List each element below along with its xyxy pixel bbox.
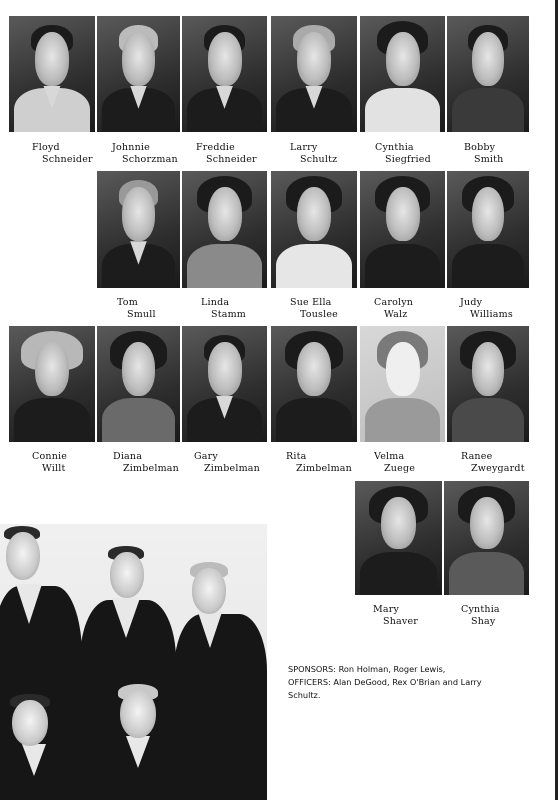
portrait-photo [182, 16, 267, 132]
student-name: Connie Willt [32, 451, 68, 474]
portrait-photo [447, 171, 529, 288]
student-name: Carolyn Walz [374, 297, 414, 320]
student-name: Tom Smull [117, 297, 156, 320]
student-name: Sue Ella Touslee [290, 297, 338, 320]
student-name: Diana Zimbelman [113, 451, 179, 474]
student-name: Rita Zimbelman [286, 451, 352, 474]
portrait-photo [182, 171, 267, 288]
officers-line: OFFICERS: Alan DeGood, Rex O'Brian and L… [288, 677, 482, 687]
portrait-photo [9, 16, 95, 132]
sponsors-line: SPONSORS: Ron Holman, Roger Lewis, [288, 664, 446, 674]
portrait-photo [97, 171, 180, 288]
student-name: Cynthia Shay [461, 604, 500, 627]
student-name: Velma Zuege [374, 451, 416, 474]
portrait-photo [182, 326, 267, 442]
portrait-photo [447, 326, 529, 442]
portrait-photo [271, 326, 357, 442]
student-name: Ranee Zweygardt [461, 451, 525, 474]
student-name: Larry Schultz [290, 142, 338, 165]
portrait-photo [360, 16, 445, 132]
student-name: Linda Stamm [201, 297, 247, 320]
student-name: Gary Zimbelman [194, 451, 260, 474]
portrait-photo [360, 171, 445, 288]
portrait-photo [355, 481, 442, 595]
portrait-photo [447, 16, 529, 132]
yearbook-page: { "rows": [ [ {"first":"Floyd","last":"S… [0, 0, 558, 800]
student-name: Johnnie Schorzman [112, 142, 178, 165]
officers-line-continued: Schultz. [288, 690, 321, 700]
portrait-photo [271, 16, 357, 132]
student-name: Freddie Schneider [196, 142, 257, 165]
portrait-photo [97, 16, 180, 132]
student-name: Bobby Smith [464, 142, 504, 165]
portrait-photo [444, 481, 529, 595]
student-name: Cynthia Siegfried [375, 142, 431, 165]
portrait-photo [360, 326, 445, 442]
student-name: Mary Shaver [373, 604, 419, 627]
group-photo [0, 524, 267, 800]
student-name: Judy Williams [460, 297, 513, 320]
group-caption: SPONSORS: Ron Holman, Roger Lewis, OFFIC… [288, 663, 548, 702]
portrait-photo [271, 171, 357, 288]
student-name: Floyd Schneider [32, 142, 93, 165]
portrait-photo [9, 326, 95, 442]
portrait-photo [97, 326, 180, 442]
